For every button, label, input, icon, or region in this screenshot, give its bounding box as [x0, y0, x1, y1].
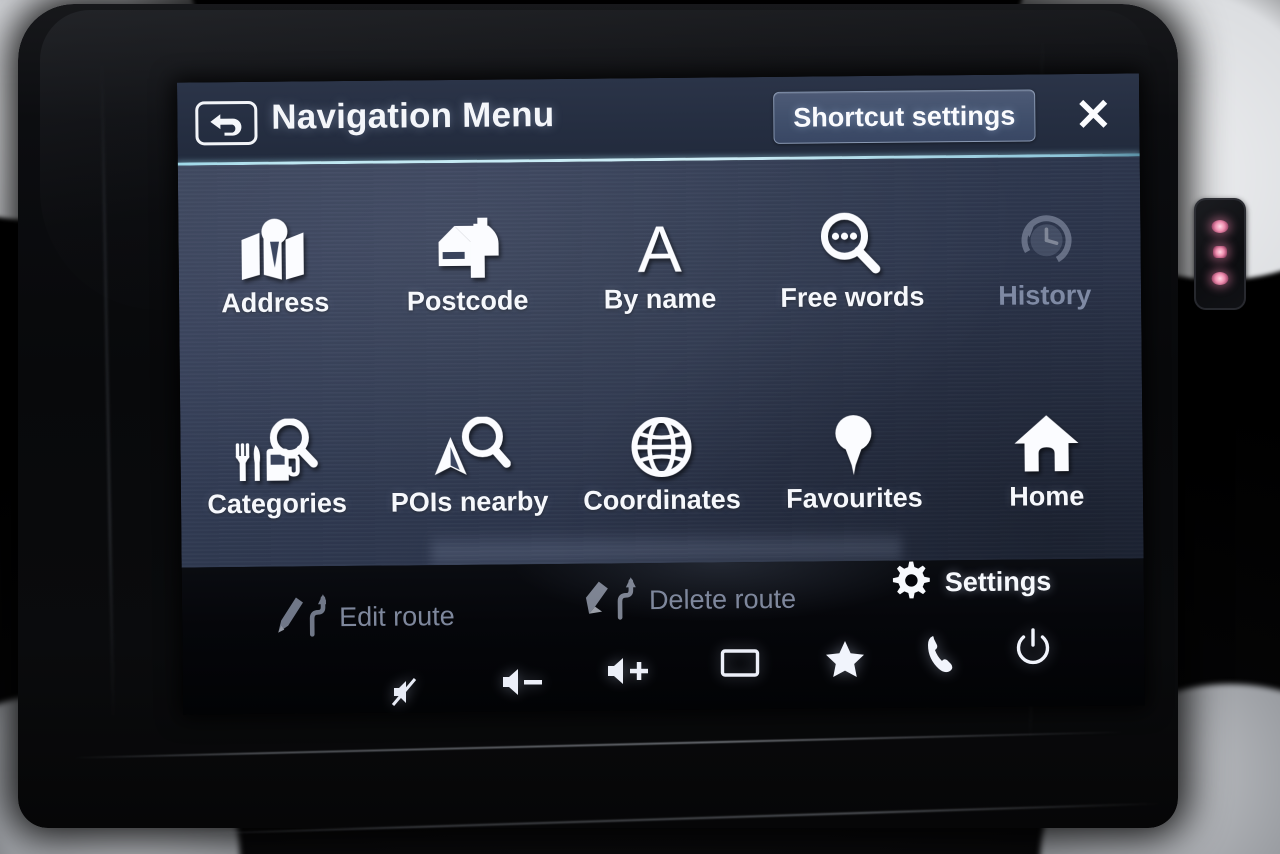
infotainment-screenshot: Navigation Menu Shortcut settings Addres…	[0, 0, 1280, 854]
shortcut-settings-button[interactable]: Shortcut settings	[773, 89, 1036, 144]
gear-icon	[892, 560, 932, 605]
letter-a-icon: A	[628, 212, 691, 279]
pencil-route-icon	[272, 592, 329, 644]
menu-item-pois-nearby[interactable]: POIs nearby	[372, 363, 566, 566]
menu-item-favourites[interactable]: Favourites	[757, 359, 951, 562]
menu-item-home[interactable]: Home	[949, 357, 1143, 560]
back-arrow-icon	[206, 110, 246, 136]
navigation-arrow-magnifier-icon	[428, 414, 511, 481]
map-pin-icon	[828, 411, 881, 477]
led-dot-bottom	[1211, 272, 1229, 285]
side-led-indicator[interactable]	[1194, 198, 1246, 310]
screen-header: Navigation Menu Shortcut settings	[176, 73, 1140, 163]
globe-icon	[629, 413, 694, 480]
menu-item-label: Postcode	[406, 285, 529, 317]
led-dot-top	[1211, 220, 1229, 233]
map-with-pin-icon	[237, 215, 312, 282]
menu-item-coordinates[interactable]: Coordinates	[564, 361, 758, 564]
menu-item-label: POIs nearby	[390, 486, 549, 518]
clock-history-icon	[1011, 208, 1078, 275]
close-button[interactable]	[1069, 92, 1117, 140]
mailbox-icon	[432, 214, 503, 281]
svg-text:A: A	[637, 214, 682, 279]
menu-item-history[interactable]: History	[947, 156, 1141, 359]
screen-rectangle-icon	[720, 648, 760, 683]
settings-label: Settings	[944, 566, 1052, 598]
display-key[interactable]	[720, 648, 760, 683]
phone-handset-icon	[925, 634, 957, 679]
shortcut-settings-label: Shortcut settings	[793, 100, 1016, 133]
menu-item-categories[interactable]: Categories	[180, 365, 374, 568]
eraser-route-icon	[580, 575, 636, 627]
menu-item-by-name[interactable]: A By name	[563, 160, 757, 363]
power-icon	[1015, 628, 1051, 671]
menu-item-label: Favourites	[785, 482, 923, 514]
settings-button[interactable]: Settings	[892, 559, 1052, 606]
star-icon	[825, 640, 865, 683]
menu-item-label: History	[998, 279, 1092, 311]
menu-item-label: Categories	[207, 488, 348, 520]
menu-item-postcode[interactable]: Postcode	[370, 162, 564, 365]
close-x-icon	[1069, 99, 1117, 144]
menu-item-address[interactable]: Address	[178, 164, 372, 367]
menu-grid: Address Postcode A By name Free words Hi…	[178, 156, 1144, 567]
touchscreen-display: Navigation Menu Shortcut settings Addres…	[176, 73, 1146, 715]
favourite-key[interactable]	[825, 640, 865, 683]
menu-item-label: Free words	[780, 281, 925, 313]
speaker-plus-icon	[605, 654, 653, 693]
menu-item-label: By name	[603, 283, 717, 315]
menu-item-label: Home	[1009, 480, 1085, 512]
back-button[interactable]	[195, 100, 258, 146]
delete-route-button[interactable]: Delete route	[580, 574, 797, 627]
menu-item-label: Address	[221, 287, 330, 319]
mute-key[interactable]	[390, 676, 424, 713]
power-key[interactable]	[1015, 628, 1051, 671]
menu-panel: Address Postcode A By name Free words Hi…	[177, 156, 1144, 568]
led-dot-middle	[1213, 246, 1227, 258]
hardware-key-row	[370, 628, 1050, 718]
speaker-minus-icon	[500, 666, 546, 703]
menu-item-label: Coordinates	[583, 484, 741, 516]
magnifier-dots-icon	[818, 210, 887, 277]
house-icon	[1012, 409, 1081, 476]
speaker-mute-icon	[390, 676, 424, 713]
cutlery-fuel-magnifier-icon	[233, 416, 320, 483]
page-title: Navigation Menu	[271, 95, 555, 137]
delete-route-label: Delete route	[648, 583, 797, 616]
menu-item-free-words[interactable]: Free words	[755, 158, 949, 361]
volume-down-key[interactable]	[500, 666, 546, 703]
volume-up-key[interactable]	[605, 654, 653, 693]
phone-key[interactable]	[925, 634, 957, 679]
